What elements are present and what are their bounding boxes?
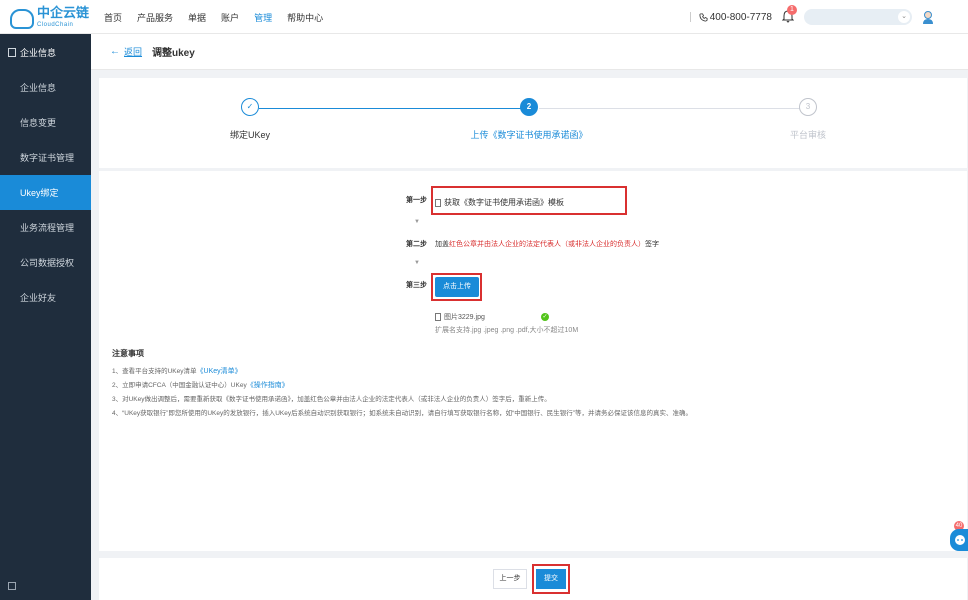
hotline: 400-800-7778 [699,12,772,23]
file-icon [435,313,441,321]
upload-panel: 第一步 获取《数字证书使用承诺函》模板 ▼ 第二步 加盖红色公章并由法人企业的法… [99,171,967,551]
note-3: 3、对UKey做出调整后，需要重新获取《数字证书使用承诺函》，加盖红色公章并由法… [112,396,551,403]
step-2-circle: 2 [520,98,538,116]
user-avatar[interactable] [922,10,934,24]
notes-title: 注意事项 [112,349,144,358]
chat-icon [955,535,965,545]
nav-documents[interactable]: 单据 [188,11,206,24]
note-1: 1、查看平台支持的UKey清单《UKey清单》 [112,368,242,375]
brand-name: 中企云链 CloudChain [37,6,89,32]
step2-label: 第二步 [406,241,427,248]
sidebar: 企业信息 企业信息 信息变更 数字证书管理 Ukey绑定 业务流程管理 公司数据… [0,34,91,600]
nav-account[interactable]: 账户 [221,11,239,24]
chat-float-button[interactable] [950,529,968,551]
step-connector-done [259,108,528,109]
prev-step-button[interactable]: 上一步 [493,569,527,589]
note-4: 4、“UKey获取银行”即您所使用的UKey的发放银行，插入UKey后系统自动识… [112,410,692,417]
step1-label: 第一步 [406,197,427,204]
sidebar-item-data-auth[interactable]: 公司数据授权 [0,245,91,280]
top-navbar: 中企云链 CloudChain 首页 产品服务 单据 账户 管理 帮助中心 40… [0,0,968,34]
avatar-icon [923,11,933,24]
sidebar-item-workflow[interactable]: 业务流程管理 [0,210,91,245]
main-content: ← 返回 调整ukey ✓ 2 3 绑定UKey 上传《数字证书使用承诺函》 平… [91,34,968,600]
cloud-logo-icon [10,9,34,29]
submit-button[interactable]: 提交 [536,569,566,589]
collapse-sidebar-icon[interactable] [8,582,16,590]
top-right-tools: 400-800-7778 1 ⌄ [689,0,968,34]
main-nav: 首页 产品服务 单据 账户 管理 帮助中心 [104,0,338,34]
sidebar-header[interactable]: 企业信息 [0,34,91,70]
download-template-text: 获取《数字证书使用承诺函》模板 [444,198,564,207]
building-icon [8,47,16,57]
guide-link[interactable]: 《操作指南》 [247,382,289,389]
brand-subtitle: CloudChain [37,22,74,28]
success-check-icon: ✓ [541,313,549,321]
brand-logo[interactable]: 中企云链 CloudChain [10,6,89,32]
page-title: 调整ukey [152,48,195,59]
step-2-label: 上传《数字证书使用承诺函》 [470,130,588,140]
notifications-button[interactable]: 1 [781,5,797,24]
download-template-link[interactable]: 获取《数字证书使用承诺函》模板 [435,197,564,208]
sidebar-item-info-change[interactable]: 信息变更 [0,105,91,140]
sidebar-item-certificates[interactable]: 数字证书管理 [0,140,91,175]
sidebar-item-company-info[interactable]: 企业信息 [0,70,91,105]
document-icon [435,198,441,207]
chevron-down-icon: ⌄ [898,11,910,23]
step-connector-pending [539,108,808,109]
company-select[interactable]: ⌄ [804,9,912,25]
sidebar-item-ukey-binding[interactable]: Ukey绑定 [0,175,91,210]
form-footer: 上一步 提交 [99,558,967,600]
back-arrow-icon[interactable]: ← [110,46,120,57]
page-header: ← 返回 调整ukey [91,34,968,70]
ukey-list-link[interactable]: 《UKey清单》 [197,368,242,375]
step-1-check-icon: ✓ [241,98,259,116]
progress-steps: ✓ 2 3 绑定UKey 上传《数字证书使用承诺函》 平台审核 [99,78,967,168]
note-2: 2、立即申请CFCA（中国金融认证中心）UKey《操作指南》 [112,382,289,389]
step3-label: 第三步 [406,282,427,289]
divider [689,12,691,22]
hotline-number: 400-800-7778 [709,11,772,23]
nav-products[interactable]: 产品服务 [137,11,173,24]
arrow-down-icon: ▼ [414,260,420,266]
sidebar-header-label: 企业信息 [20,47,57,58]
step2-instruction: 加盖红色公章并由法人企业的法定代表人（或非法人企业的负责人）签字 [435,241,659,248]
step-3-circle: 3 [799,98,817,116]
phone-icon [699,12,708,22]
sidebar-item-friends[interactable]: 企业好友 [0,280,91,315]
notification-badge: 1 [787,5,797,15]
upload-hint: 扩展名支持.jpg .jpeg .png .pdf,大小不超过10M [435,327,579,334]
nav-management[interactable]: 管理 [254,11,272,24]
uploaded-file[interactable]: 图片3229.jpg [435,312,485,322]
file-name: 图片3229.jpg [444,314,485,321]
arrow-down-icon: ▼ [414,219,420,225]
nav-home[interactable]: 首页 [104,11,122,24]
back-link[interactable]: 返回 [124,45,142,58]
step-1-label: 绑定UKey [229,130,270,140]
step-3-label: 平台审核 [789,130,826,140]
nav-help[interactable]: 帮助中心 [287,11,323,24]
upload-button[interactable]: 点击上传 [435,277,479,297]
